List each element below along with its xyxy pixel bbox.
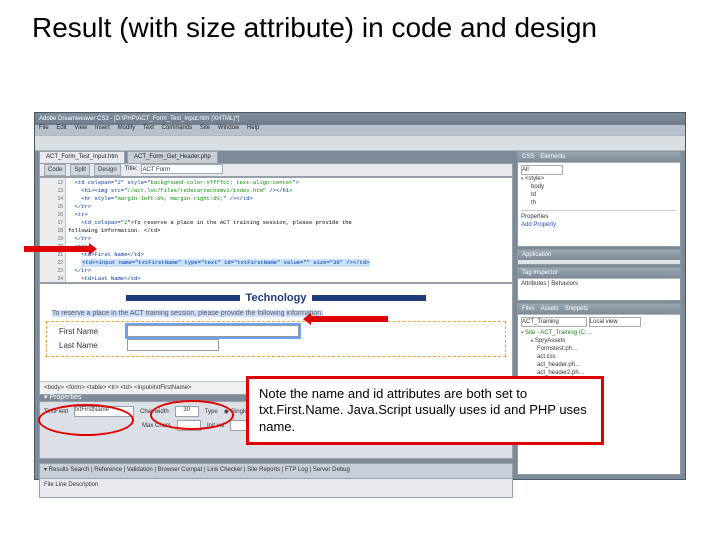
prop-label-charwidth: Char width [140, 409, 169, 415]
file-item[interactable]: SpryAssets [521, 337, 677, 345]
view-design-button[interactable]: Design [94, 164, 121, 176]
menu-modify[interactable]: Modify [118, 125, 136, 131]
css-rule-body[interactable]: body [521, 183, 677, 191]
menu-edit[interactable]: Edit [56, 125, 66, 131]
menu-insert[interactable]: Insert [95, 125, 110, 131]
menu-window[interactable]: Window [218, 125, 239, 131]
prop-label-type: Type [205, 409, 218, 415]
file-item[interactable]: act_header.ph… [521, 361, 677, 369]
title-label: Title: [125, 164, 138, 176]
note-text: Note the name and id attributes are both… [259, 386, 587, 434]
prop-charwidth-field[interactable]: 30 [175, 406, 199, 417]
menu-file[interactable]: File [39, 125, 49, 131]
split-view: 121314 151617 181920 212223 2425 <td col… [39, 177, 513, 395]
app-tab[interactable]: Application [522, 250, 551, 260]
slide-title: Result (with size attribute) in code and… [32, 10, 672, 45]
form-outline: First Name Last Name [46, 321, 506, 357]
menu-text[interactable]: Text [143, 125, 154, 131]
tag-sub-behaviors[interactable]: Behaviors [551, 281, 578, 287]
css-mode-combo[interactable]: All [521, 165, 563, 175]
css-add-property[interactable]: Add Property [521, 221, 677, 229]
title-field[interactable]: ACT Form [141, 164, 223, 174]
label-lastname: Last Name [59, 341, 121, 350]
css-rule-th[interactable]: th [521, 199, 677, 207]
annotation-arrow-code [24, 246, 90, 252]
files-tab-assets[interactable]: Assets [541, 304, 559, 314]
css-tab-css[interactable]: CSS [522, 152, 534, 162]
tag-tab[interactable]: Tag Inspector [522, 268, 558, 278]
input-firstname[interactable] [127, 325, 299, 337]
document-tabs: ACT_Form_Test_Input.htm ACT_Form_Get_Hea… [39, 151, 513, 163]
banner-word: Technology [240, 292, 313, 304]
doc-tab-2[interactable]: ACT_Form_Get_Header.php [127, 151, 218, 163]
app-titlebar: Adobe Dreamweaver CS3 - [D:\PHP\ACT_Form… [35, 113, 685, 125]
menu-bar[interactable]: File Edit View Insert Modify Text Comman… [35, 125, 685, 135]
prop-maxchars-field[interactable] [177, 420, 201, 431]
css-tab-elements[interactable]: Elements [540, 152, 565, 162]
code-text[interactable]: <td colspan="2" style="background-color:… [66, 178, 512, 282]
note-callout: Note the name and id attributes are both… [246, 376, 604, 445]
panel-tag-inspector: Tag Inspector Attributes | Behaviors [517, 267, 681, 301]
panel-application[interactable]: Application [517, 249, 681, 265]
prop-label-maxchars: Max Chars [142, 423, 171, 429]
panel-css: CSS Elements All <style> body td th Prop… [517, 151, 681, 247]
file-item[interactable]: Formstest.ph… [521, 345, 677, 353]
results-panel-body: File Line Description [39, 479, 513, 498]
menu-view[interactable]: View [74, 125, 87, 131]
page-banner: Technology [126, 292, 426, 304]
files-tab-snippets[interactable]: Snippets [565, 304, 588, 314]
files-root[interactable]: Site - ACT_Training (C:… [521, 329, 677, 337]
label-firstname: First Name [59, 327, 121, 336]
insert-bar[interactable] [35, 135, 685, 151]
css-rule-td[interactable]: td [521, 191, 677, 199]
highlighted-code-line: <td><input name="txtFirstName" type="tex… [81, 259, 370, 267]
css-rule-style[interactable]: <style> [521, 175, 677, 183]
view-split-button[interactable]: Split [70, 164, 90, 176]
menu-help[interactable]: Help [247, 125, 259, 131]
document-toolbar: Code Split Design Title: ACT Form [39, 163, 513, 177]
css-props-label: Properties [521, 210, 677, 221]
files-tab-files[interactable]: Files [522, 304, 535, 314]
files-site-combo[interactable]: ACT_Training [521, 317, 587, 327]
properties-header[interactable]: ▾ Properties [40, 393, 85, 401]
code-pane[interactable]: 121314 151617 181920 212223 2425 <td col… [40, 178, 512, 284]
view-code-button[interactable]: Code [44, 164, 66, 176]
tag-sub-attributes[interactable]: Attributes [521, 281, 546, 287]
doc-tab-1[interactable]: ACT_Form_Test_Input.htm [39, 151, 125, 163]
row-firstname: First Name [47, 324, 505, 338]
prop-label-name: TextField [44, 409, 68, 415]
menu-site[interactable]: Site [200, 125, 210, 131]
annotation-arrow-design [310, 316, 388, 322]
file-item[interactable]: act.css [521, 353, 677, 361]
intro-text: To reserve a place in the ACT training s… [40, 308, 512, 319]
files-view-combo[interactable]: Local view [589, 317, 641, 327]
prop-name-field[interactable]: txtFirstName [74, 406, 134, 417]
prop-label-initval: Init val [207, 423, 224, 429]
menu-commands[interactable]: Commands [162, 125, 193, 131]
results-panel-header[interactable]: ▾ Results Search | Reference | Validatio… [39, 463, 513, 479]
row-lastname: Last Name [47, 338, 505, 352]
code-gutter: 121314 151617 181920 212223 2425 [40, 178, 66, 282]
input-lastname[interactable] [127, 339, 219, 351]
